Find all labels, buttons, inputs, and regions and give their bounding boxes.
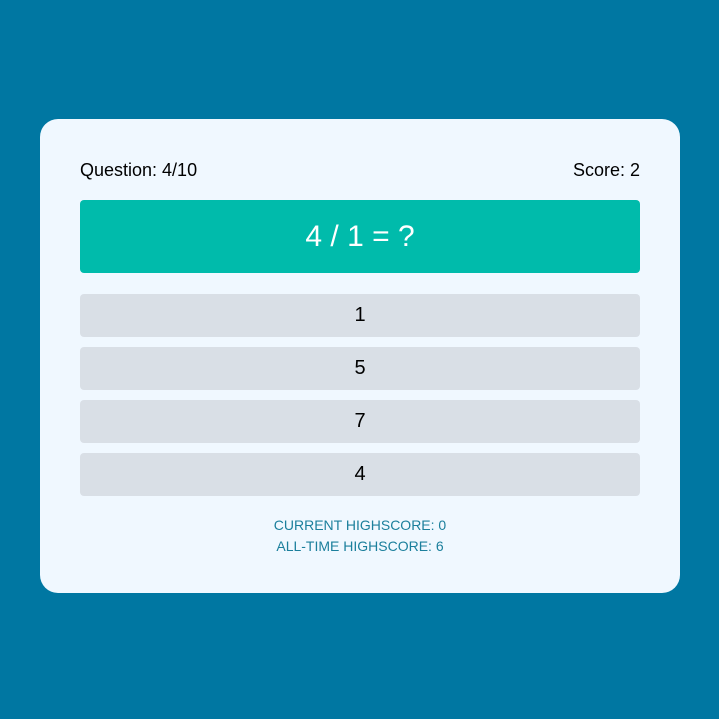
question-progress: Question: 4/10 (80, 159, 198, 180)
answer-button-4[interactable]: 4 (80, 453, 640, 496)
question-text: 4 / 1 = ? (305, 219, 415, 253)
answer-button-2[interactable]: 5 (80, 347, 640, 390)
quiz-card: Question: 4/10 Score: 2 4 / 1 = ? 1 5 7 … (40, 119, 680, 593)
answer-button-1[interactable]: 1 (80, 294, 640, 337)
answer-button-3[interactable]: 7 (80, 400, 640, 443)
highscore-panel: CURRENT HIGHSCORE: 0 ALL-TIME HIGHSCORE:… (80, 515, 640, 557)
answer-list: 1 5 7 4 (80, 294, 640, 506)
all-time-highscore: ALL-TIME HIGHSCORE: 6 (276, 538, 444, 554)
question-box: 4 / 1 = ? (80, 200, 640, 273)
quiz-header: Question: 4/10 Score: 2 (80, 159, 640, 181)
current-highscore: CURRENT HIGHSCORE: 0 (273, 517, 447, 533)
score-display: Score: 2 (572, 159, 640, 180)
